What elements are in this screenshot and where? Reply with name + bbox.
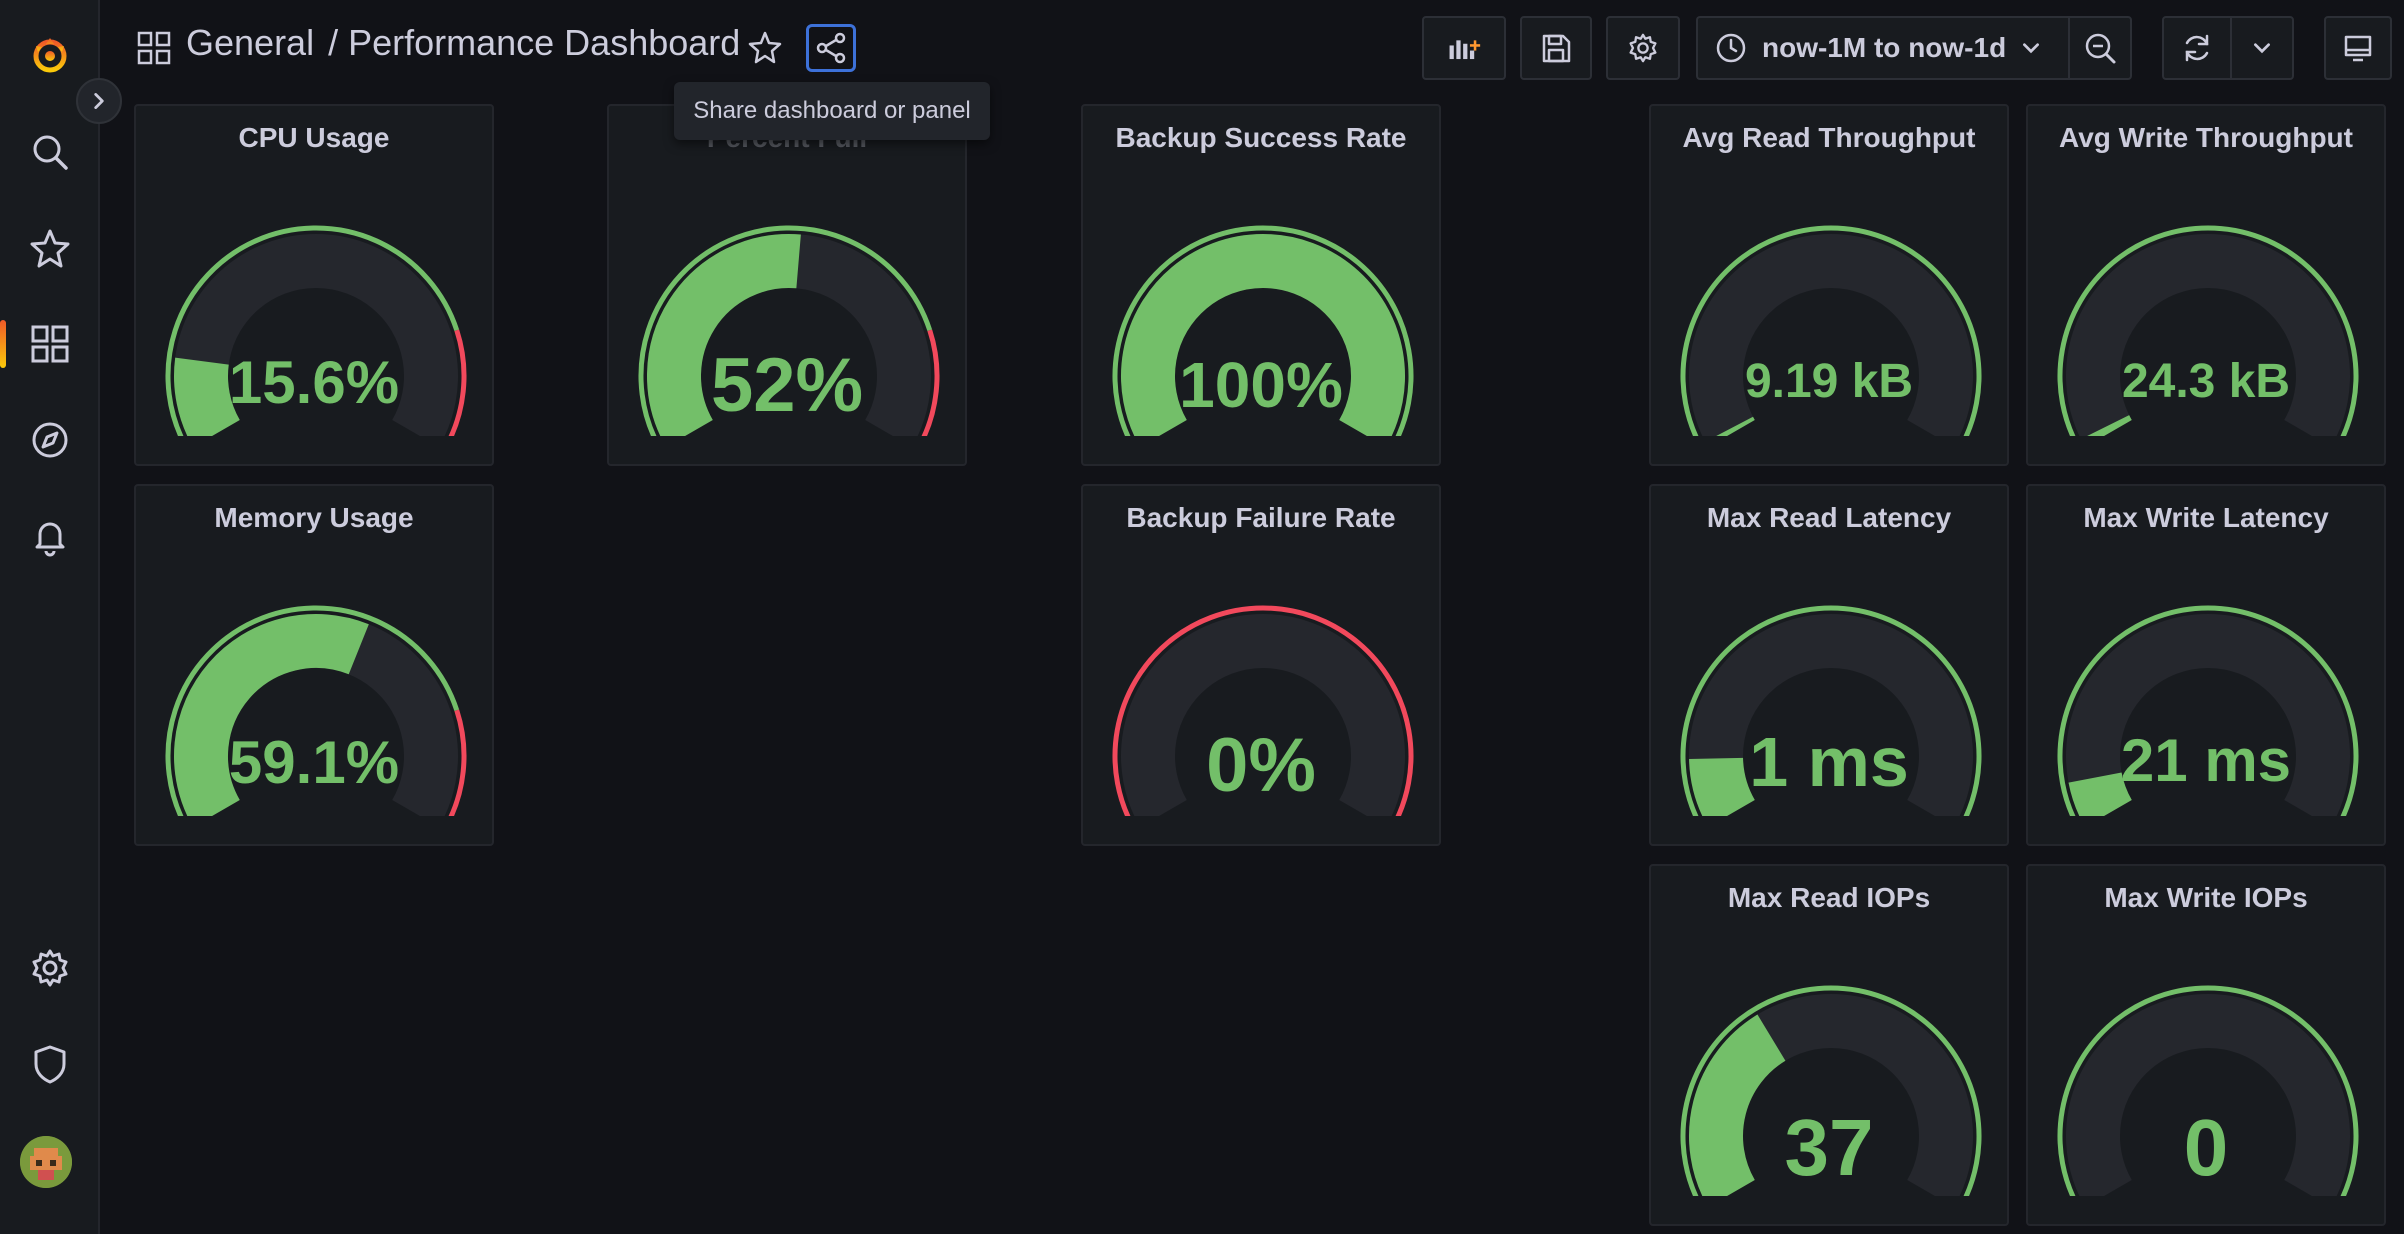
panel-title: Avg Read Throughput [1682, 122, 1976, 153]
gauge-panel[interactable]: Max Write Latency 21 ms [2026, 484, 2386, 846]
gauge-panel[interactable]: Avg Read Throughput 9.19 kB [1649, 104, 2009, 466]
gauge-value: 100% [1179, 349, 1343, 421]
panel-title: Memory Usage [214, 502, 414, 533]
add-panel-icon [1449, 40, 1481, 60]
panel-title: Backup Success Rate [1115, 122, 1407, 153]
breadcrumb: General / Performance Dashboard [186, 22, 740, 64]
mark-favorite-button[interactable] [745, 28, 785, 68]
dashboards-icon[interactable] [0, 308, 100, 380]
chevron-down-icon [2254, 43, 2270, 54]
gauge-value: 59.1% [228, 729, 400, 796]
gauge-panel[interactable]: Backup Success Rate 100% [1081, 104, 1441, 466]
sidebar [0, 0, 100, 1234]
gauge-panel[interactable]: Max Write IOPs 0 [2026, 864, 2386, 1226]
refresh-interval-dropdown[interactable] [2230, 16, 2294, 80]
gauge-panel[interactable]: Avg Write Throughput 24.3 kB [2026, 104, 2386, 466]
expand-sidebar-button[interactable] [76, 78, 122, 124]
panel-title: Max Read Latency [1706, 502, 1952, 533]
dashboard-title[interactable]: Performance Dashboard [348, 22, 740, 63]
gauge-value: 21 ms [2120, 727, 2292, 794]
refresh-button[interactable] [2162, 16, 2232, 80]
gauge-value: 52% [710, 343, 864, 428]
gauge-panel[interactable]: Max Read IOPs 37 [1649, 864, 2009, 1226]
gauge-value: 15.6% [228, 349, 400, 416]
gauge-value: 1 ms [1749, 723, 1909, 801]
share-tooltip: Share dashboard or panel [674, 82, 990, 140]
gauge-value: 0 [2183, 1103, 2229, 1192]
dashboard-settings-button[interactable] [1606, 16, 1680, 80]
gauge-value: 9.19 kB [1744, 355, 1914, 408]
breadcrumb-folder[interactable]: General [186, 22, 314, 63]
refresh-icon [2185, 34, 2209, 62]
server-admin-shield-icon[interactable] [0, 1028, 100, 1100]
gauge-value: 37 [1784, 1103, 1874, 1192]
clock-icon [1716, 33, 1746, 63]
gauge-value-arc [2087, 414, 2132, 436]
zoom-out-button[interactable] [2068, 16, 2132, 80]
panel-title: Max Write Latency [2083, 502, 2329, 533]
share-icon [816, 32, 846, 64]
panel-title: Backup Failure Rate [1126, 502, 1396, 533]
panel-title: Max Write IOPs [2104, 882, 2308, 913]
monitor-icon [2344, 35, 2372, 62]
add-panel-button[interactable] [1422, 16, 1506, 80]
search-icon[interactable] [0, 116, 100, 188]
star-icon [748, 31, 782, 64]
alerting-bell-icon[interactable] [0, 500, 100, 572]
panel-title: Max Read IOPs [1727, 882, 1931, 913]
breadcrumb-separator: / [328, 22, 339, 63]
gauge-panel[interactable]: Max Read Latency 1 ms [1649, 484, 2009, 846]
explore-compass-icon[interactable] [0, 404, 100, 476]
save-icon [1542, 34, 1571, 63]
zoom-out-icon [2085, 33, 2116, 64]
gauge-panel[interactable]: Percent Full52% [607, 104, 967, 466]
panel-title: Avg Write Throughput [2059, 122, 2353, 153]
gauge-panel[interactable]: Memory Usage 59.1% [134, 484, 494, 846]
save-dashboard-button[interactable] [1520, 16, 1592, 80]
settings-gear-icon [1629, 33, 1657, 63]
chevron-right-icon [94, 93, 104, 109]
gauge-value-arc [1716, 416, 1755, 436]
gauge-value: 24.3 kB [2121, 355, 2291, 408]
user-avatar[interactable] [20, 1136, 72, 1188]
starred-icon[interactable] [0, 212, 100, 284]
dashboard-grid-icon [137, 31, 171, 65]
share-dashboard-button[interactable] [806, 24, 856, 72]
dashboard-navbar: General / Performance Dashboard now-1M to … [100, 0, 2404, 96]
gauge-value: 0% [1206, 723, 1316, 808]
gauge-panel[interactable]: CPU Usage 15.6% [134, 104, 494, 466]
gauge-panel[interactable]: Backup Failure Rate 0% [1081, 484, 1441, 846]
panel-title: CPU Usage [238, 122, 390, 153]
cycle-view-mode-button[interactable] [2324, 16, 2392, 80]
grafana-logo-icon[interactable] [0, 18, 100, 90]
time-range-picker[interactable]: now-1M to now-1d [1696, 16, 2070, 80]
configuration-gear-icon[interactable] [0, 932, 100, 1004]
chevron-down-icon [2023, 43, 2040, 54]
time-range-label: now-1M to now-1d [1762, 32, 2007, 63]
